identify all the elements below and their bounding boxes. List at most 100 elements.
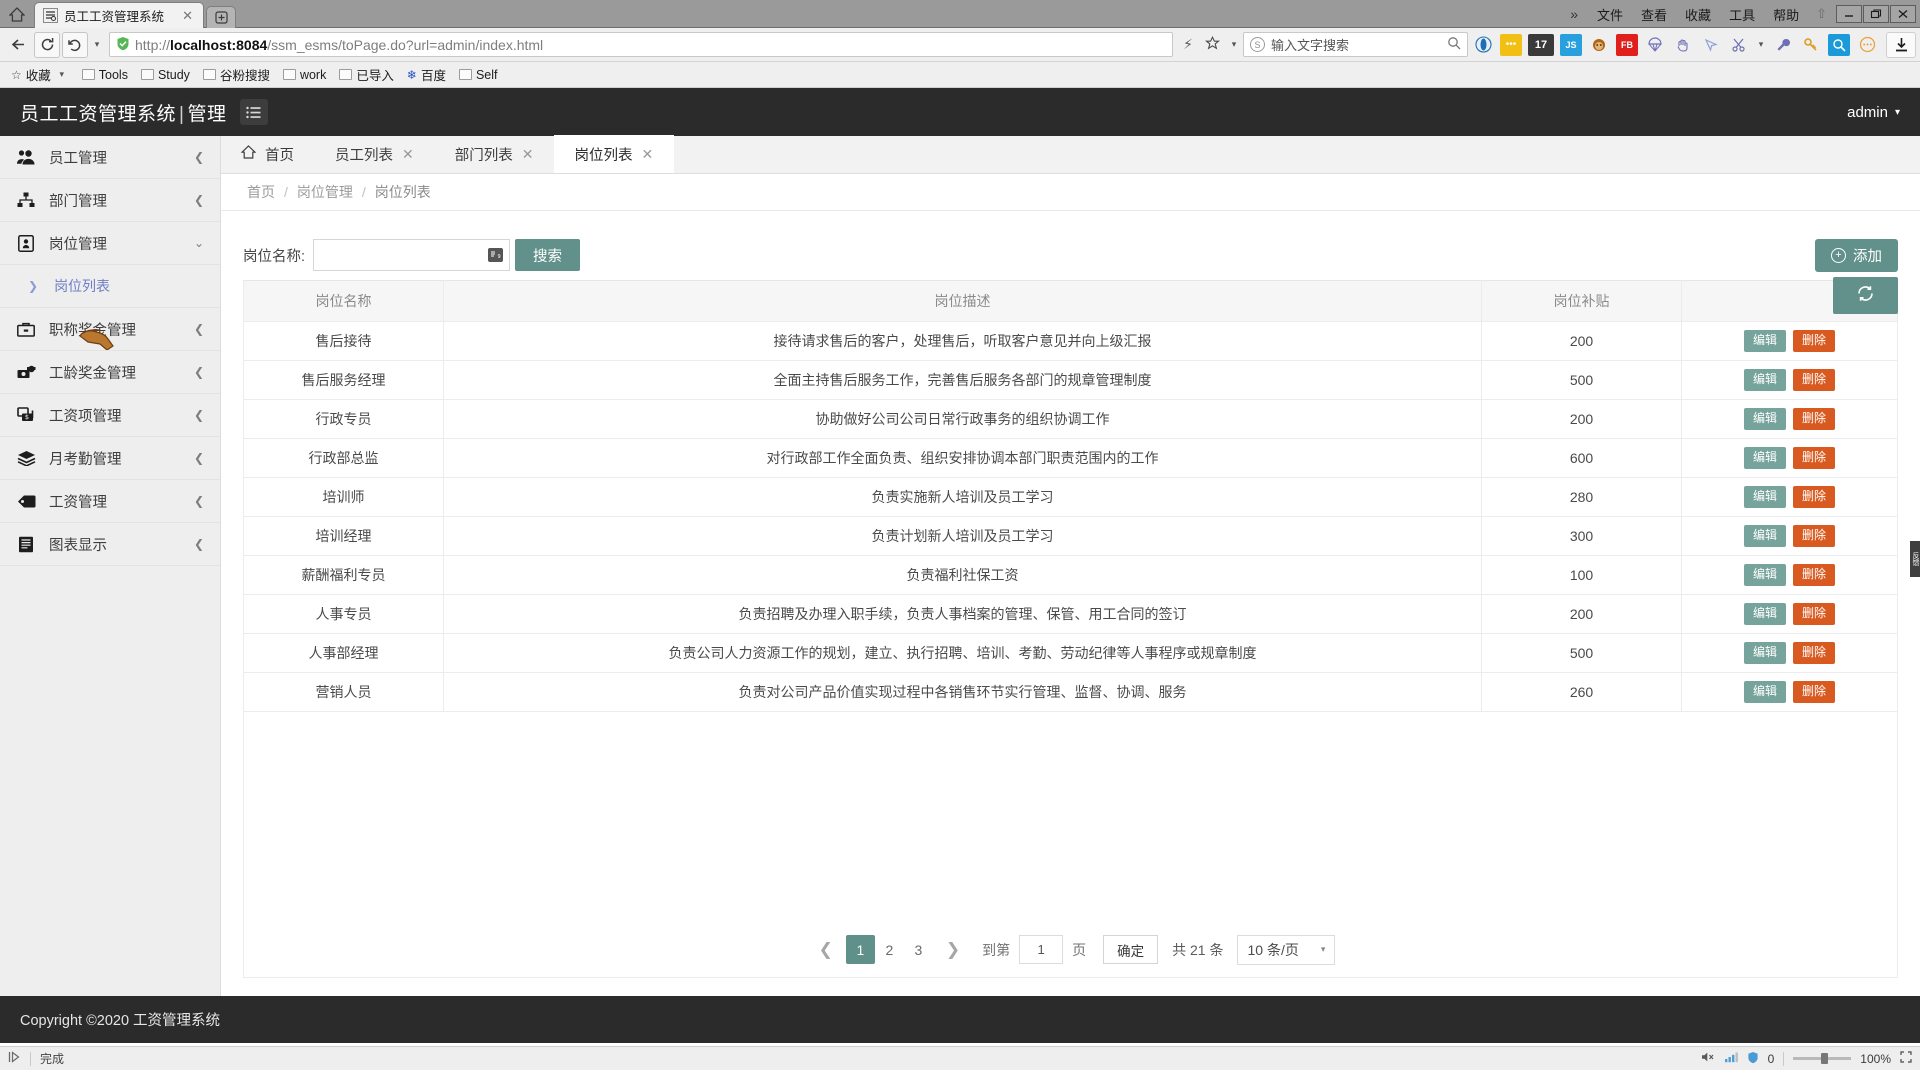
goto-confirm-button[interactable]: 确定 [1103,935,1159,964]
nav-dropdown-icon[interactable]: ▾ [90,39,104,50]
firebug-icon[interactable]: FB [1616,33,1638,56]
table-row[interactable]: 售后接待 接待请求售后的客户，处理售后，听取客户意见并向上级汇报 200 编辑删… [243,321,1898,361]
tab-close-icon[interactable]: ✕ [402,146,414,163]
pagination-page-1[interactable]: 1 [845,935,875,964]
pagination-prev-button[interactable]: ❮ [806,940,846,960]
opera-icon[interactable] [1472,34,1494,56]
pagination-page-2[interactable]: 2 [875,935,904,964]
scissors-dropdown-icon[interactable]: ▾ [1754,39,1768,50]
table-row[interactable]: 培训师 负责实施新人培训及员工学习 280 编辑 删除 [243,477,1898,517]
search-magnifier-icon[interactable] [1447,36,1461,53]
js-icon[interactable]: JS [1560,33,1582,56]
sidebar-item-seniority-bonus[interactable]: 工龄奖金管理 ❮ [0,351,220,394]
play-icon[interactable] [8,1051,21,1066]
tab-close-icon[interactable]: ✕ [641,146,653,163]
bookmark-star-icon[interactable] [1200,35,1225,54]
titlebar-home-icon[interactable] [0,1,34,27]
edit-button[interactable]: 编辑 [1743,564,1786,586]
table-row[interactable]: 行政部总监 对行政部工作全面负责、组织安排协调本部门职责范围内的工作 600 编… [243,438,1898,478]
edit-button[interactable]: 编辑 [1743,330,1786,352]
cursor-arrow-icon[interactable] [1700,34,1722,56]
url-bar[interactable]: http://localhost:8084/ssm_esms/toPage.do… [109,32,1174,57]
browser-tab[interactable]: 员工工资管理系统 ✕ [34,2,204,28]
sidebar-item-title-bonus[interactable]: 职称奖金管理 ❮ [0,308,220,351]
inspect-icon[interactable] [1828,33,1850,56]
delete-button[interactable]: 删除 [1793,681,1836,703]
edit-button[interactable]: 编辑 [1743,642,1786,664]
tab-position-list[interactable]: 岗位列表 ✕ [554,135,675,173]
delete-button[interactable]: 删除 [1793,330,1836,352]
table-row[interactable]: 薪酬福利专员 负责福利社保工资 100 编辑 删除 [243,555,1898,595]
sidebar-item-chart[interactable]: 图表显示 ❮ [0,523,220,566]
menu-overflow-icon[interactable]: » [1560,6,1588,22]
network-icon[interactable] [1724,1051,1738,1066]
breadcrumb-item-home[interactable]: 首页 [247,182,275,202]
menu-item-file[interactable]: 文件 [1588,5,1632,24]
table-row[interactable]: 行政专员 协助做好公司公司日常行政事务的组织协调工作 200 编辑 删除 [243,399,1898,439]
search-input[interactable]: 9 [313,239,511,271]
bookmark-caret-icon[interactable]: ▾ [55,69,69,80]
edit-button[interactable]: 编辑 [1743,369,1786,391]
sidebar-item-salary-item[interactable]: $ 工资项管理 ❮ [0,394,220,437]
sidebar-item-attendance[interactable]: 月考勤管理 ❮ [0,437,220,480]
lightning-icon[interactable]: ⚡ [1178,36,1198,53]
edit-button[interactable]: 编辑 [1743,408,1786,430]
delete-button[interactable]: 删除 [1793,447,1836,469]
zoom-level[interactable]: 100% [1860,1052,1891,1066]
menu-item-favorites[interactable]: 收藏 [1676,5,1720,24]
pagination-page-3[interactable]: 3 [904,935,933,964]
bookmark-baidu[interactable]: ❄ 百度 [402,64,451,85]
star-dropdown-icon[interactable]: ▾ [1227,39,1241,50]
hand-icon[interactable] [1672,34,1694,56]
yellow-dots-icon[interactable]: ••• [1500,33,1522,56]
table-row[interactable]: 人事专员 负责招聘及办理入职手续，负责人事档案的管理、保管、用工合同的签订 20… [243,594,1898,634]
bookmark-favorites[interactable]: ☆ 收藏 ▾ [6,64,74,85]
search-button[interactable]: 搜索 [515,239,581,271]
new-tab-button[interactable] [206,6,236,28]
table-row[interactable]: 人事部经理 负责公司人力资源工作的规划，建立、执行招聘、培训、考勤、劳动纪律等人… [243,633,1898,673]
sidebar-item-salary[interactable]: 工资管理 ❮ [0,480,220,523]
bookmark-study[interactable]: Study [136,67,195,83]
user-menu[interactable]: admin ▾ [1847,104,1900,121]
bookmark-work[interactable]: work [278,67,331,83]
zoom-slider[interactable] [1793,1053,1852,1064]
menu-item-help[interactable]: 帮助 [1764,5,1808,24]
fullscreen-icon[interactable] [1900,1051,1912,1066]
mute-icon[interactable] [1701,1051,1715,1066]
sidebar-item-position-list[interactable]: ❯ 岗位列表 [0,265,220,308]
delete-button[interactable]: 删除 [1793,369,1836,391]
feedback-side-tab[interactable]: 反馈 [1910,541,1920,577]
window-minimize-button[interactable] [1836,5,1862,23]
tab-employee-list[interactable]: 员工列表 ✕ [315,135,435,173]
more-circle-icon[interactable] [1856,34,1878,56]
window-maximize-button[interactable] [1863,5,1889,23]
table-row[interactable]: 售后服务经理 全面主持售后服务工作，完善售后服务各部门的规章管理制度 500 编… [243,360,1898,400]
delete-button[interactable]: 删除 [1793,642,1836,664]
sidebar-item-employee[interactable]: 员工管理 ❮ [0,136,220,179]
bookmark-tools[interactable]: Tools [77,67,133,83]
back-button[interactable] [4,32,32,58]
refresh-button[interactable] [1833,277,1898,314]
menu-item-view[interactable]: 查看 [1632,5,1676,24]
delete-button[interactable]: 删除 [1793,486,1836,508]
bookmark-imported[interactable]: 已导入 [334,64,399,85]
wrench-icon[interactable] [1772,34,1794,56]
download-button[interactable] [1886,31,1916,58]
pagination-next-button[interactable]: ❯ [933,940,973,960]
edit-button[interactable]: 编辑 [1743,525,1786,547]
sidebar-item-position[interactable]: 岗位管理 ⌄ [0,222,220,265]
sidebar-item-department[interactable]: 部门管理 ❮ [0,179,220,222]
goto-page-input[interactable]: 1 [1019,935,1064,964]
tab-close-icon[interactable]: ✕ [522,146,534,163]
shield-icon[interactable] [1747,1051,1759,1067]
bookmark-self[interactable]: Self [454,67,503,83]
scissors-icon[interactable] [1728,34,1750,56]
tab-home[interactable]: 首页 [221,135,315,173]
reload-button[interactable] [34,31,60,58]
edit-button[interactable]: 编辑 [1743,486,1786,508]
delete-button[interactable]: 删除 [1793,564,1836,586]
browser-search-bar[interactable]: S 输入文字搜索 [1243,32,1468,57]
breadcrumb-item-position[interactable]: 岗位管理 [297,182,353,202]
delete-button[interactable]: 删除 [1793,603,1836,625]
window-close-button[interactable] [1890,5,1916,23]
